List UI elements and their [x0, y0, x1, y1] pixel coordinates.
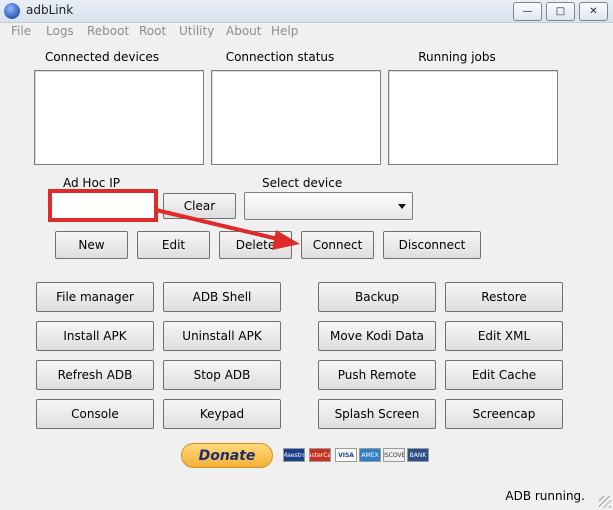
splash-screen-button[interactable]: Splash Screen — [318, 399, 436, 429]
discover-card-icon: DISCOVER — [383, 448, 405, 462]
bank-card-icon: BANK — [407, 448, 429, 462]
screencap-button[interactable]: Screencap — [445, 399, 563, 429]
edit-xml-button[interactable]: Edit XML — [445, 321, 563, 351]
backup-button[interactable]: Backup — [318, 282, 436, 312]
resize-grip-icon[interactable] — [599, 496, 611, 508]
refresh-adb-button[interactable]: Refresh ADB — [36, 360, 154, 390]
edit-cache-button[interactable]: Edit Cache — [445, 360, 563, 390]
uninstall-apk-button[interactable]: Uninstall APK — [163, 321, 281, 351]
status-bar: ADB running. — [0, 484, 613, 510]
status-text: ADB running. — [505, 489, 585, 503]
amex-card-icon: AMEX — [359, 448, 381, 462]
keypad-button[interactable]: Keypad — [163, 399, 281, 429]
file-manager-button[interactable]: File manager — [36, 282, 154, 312]
move-kodi-data-button[interactable]: Move Kodi Data — [318, 321, 436, 351]
stop-adb-button[interactable]: Stop ADB — [163, 360, 281, 390]
annotation-arrow-icon — [155, 208, 300, 250]
adb-shell-button[interactable]: ADB Shell — [163, 282, 281, 312]
install-apk-button[interactable]: Install APK — [36, 321, 154, 351]
maestro-card-icon: Maestro — [283, 448, 305, 462]
push-remote-button[interactable]: Push Remote — [318, 360, 436, 390]
restore-button[interactable]: Restore — [445, 282, 563, 312]
console-button[interactable]: Console — [36, 399, 154, 429]
visa-card-icon: VISA — [335, 448, 357, 462]
donate-button[interactable]: Donate — [181, 443, 273, 468]
mastercard-card-icon: MasterCard — [309, 448, 331, 462]
